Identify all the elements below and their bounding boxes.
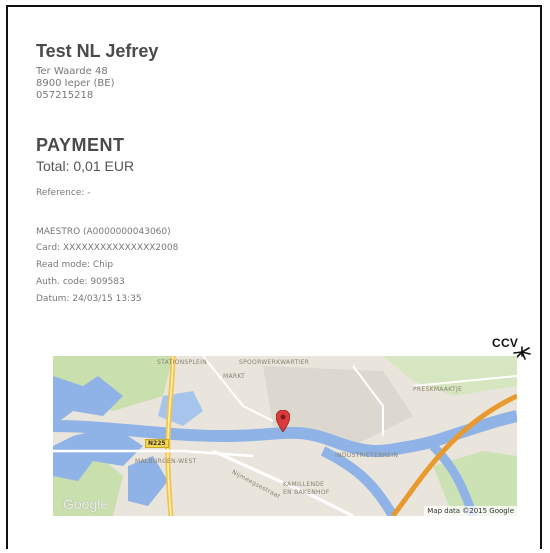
map-label-markt: MARKT — [223, 373, 246, 380]
road-number-badge: N225 — [145, 439, 169, 448]
map-label-kamillende: KAMILLENDE — [283, 481, 325, 488]
merchant-address-line2: 8900 Ieper (BE) — [36, 78, 115, 89]
auth-code: Auth. code: 909583 — [36, 277, 125, 287]
merchant-address-line1: Ter Waarde 48 — [36, 66, 108, 77]
merchant-phone: 057215218 — [36, 90, 94, 101]
read-mode: Read mode: Chip — [36, 260, 114, 270]
map-label-stationsplein: STATIONSPLEIN — [157, 359, 208, 366]
receipt: Test NL Jefrey Ter Waarde 48 8900 Ieper … — [6, 5, 542, 549]
google-logo: Google — [63, 496, 109, 512]
map-label-spoorwerkwartier: SPOORWERKWARTIER — [239, 359, 310, 366]
map-label-bakenhof: EN BAKENHOF — [283, 489, 330, 496]
payment-title: PAYMENT — [36, 135, 125, 155]
card-number: Card: XXXXXXXXXXXXXXX2008 — [36, 243, 179, 253]
transaction-datum: Datum: 24/03/15 13:35 — [36, 294, 142, 304]
merchant-name: Test NL Jefrey — [36, 41, 159, 61]
map-label-malburgen-west: MALBURGEN-WEST — [135, 458, 197, 465]
map-pin-icon[interactable] — [276, 410, 290, 432]
payment-total: Total: 0,01 EUR — [36, 158, 135, 174]
map-label-preskmaaktje: PRESKMAAKTJE — [413, 386, 463, 393]
payment-reference: Reference: - — [36, 188, 91, 198]
card-scheme: MAESTRO (A0000000043060) — [36, 227, 171, 237]
map-attribution[interactable]: Map data ©2015 Google — [424, 506, 517, 516]
map-label-industrieterrein: INDUSTRIETERREIN — [335, 452, 399, 459]
location-map[interactable]: STATIONSPLEIN SPOORWERKWARTIER MARKT PRE… — [53, 356, 517, 516]
